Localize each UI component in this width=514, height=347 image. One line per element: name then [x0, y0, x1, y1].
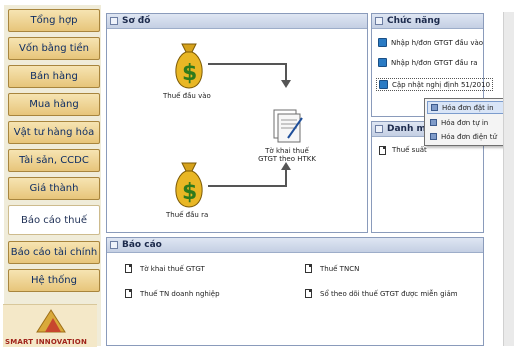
sidebar-item-von-bang-tien[interactable]: Vốn bằng tiền — [8, 37, 100, 60]
tax-declaration-label: Tờ khai thuế GTGT theo HTKK — [258, 147, 316, 163]
report-corporate-income-tax[interactable]: Thuế TN doanh nghiệp — [140, 290, 220, 298]
function-label: Nhập h/đơn GTGT đầu ra — [391, 58, 478, 67]
menu-item-label: Hóa đơn đặt in — [442, 103, 494, 112]
sidebar-item-gia-thanh[interactable]: Giá thành — [8, 177, 100, 200]
report-vat-exemption-ledger[interactable]: Sổ theo dõi thuế GTGT được miễn giảm — [320, 290, 458, 298]
catalog-item-thue-suat[interactable]: Thuế suất — [392, 146, 427, 154]
app-window: Tổng hợp Vốn bằng tiền Bán hàng Mua hàng… — [0, 0, 514, 347]
tax-declaration-icon[interactable] — [270, 106, 304, 144]
document-icon — [379, 146, 386, 155]
sidebar-item-bao-cao-tai-chinh[interactable]: Báo cáo tài chính — [8, 241, 100, 264]
sidebar-item-tong-hop[interactable]: Tổng hợp — [8, 9, 100, 32]
panel-icon — [375, 125, 383, 133]
money-bag-output-icon[interactable]: $ — [170, 157, 208, 209]
svg-text:$: $ — [182, 61, 197, 86]
menu-item-printed-invoice[interactable]: Hóa đơn đặt in — [427, 101, 504, 114]
invoice-icon — [431, 104, 438, 111]
function-output-invoice[interactable]: Nhập h/đơn GTGT đầu ra — [378, 58, 478, 67]
sidebar-item-tai-san[interactable]: Tài sản, CCDC — [8, 149, 100, 172]
functions-title: Chức năng — [387, 16, 441, 26]
reports-panel: Báo cáo Tờ khai thuế GTGT Thuế TNCN Thuế… — [106, 237, 484, 346]
sidebar-item-vat-tu[interactable]: Vật tư hàng hóa — [8, 121, 100, 144]
logo-mark-icon — [36, 309, 66, 333]
panel-icon — [110, 241, 118, 249]
tool-icon — [378, 38, 387, 47]
logo-text: SMART INNOVATION — [5, 338, 88, 346]
function-label: Cập nhật nghị định 51/2010 — [392, 80, 491, 89]
document-icon — [305, 264, 312, 273]
menu-item-e-invoice[interactable]: Hóa đơn điện tử — [427, 130, 504, 143]
sidebar-item-mua-hang[interactable]: Mua hàng — [8, 93, 100, 116]
diagram-title: Sơ đồ — [122, 16, 151, 26]
sidebar-item-ban-hang[interactable]: Bán hàng — [8, 65, 100, 88]
invoice-icon — [430, 133, 437, 140]
document-icon — [305, 289, 312, 298]
sidebar: Tổng hợp Vốn bằng tiền Bán hàng Mua hàng… — [4, 5, 101, 346]
panel-icon — [375, 17, 383, 25]
function-label: Nhập h/đơn GTGT đầu vào — [391, 38, 484, 47]
diagram-panel-header: Sơ đồ — [107, 14, 367, 29]
invoice-type-menu: Hóa đơn đặt in Hóa đơn tự in Hóa đơn điệ… — [424, 98, 507, 146]
sidebar-item-bao-cao-thue[interactable]: Báo cáo thuế — [8, 205, 100, 235]
document-icon — [125, 289, 132, 298]
report-vat-declaration[interactable]: Tờ khai thuế GTGT — [140, 265, 205, 273]
money-bag-input-icon[interactable]: $ — [170, 38, 208, 90]
menu-item-self-printed-invoice[interactable]: Hóa đơn tự in — [427, 116, 504, 129]
reports-title: Báo cáo — [122, 240, 162, 250]
function-input-invoice[interactable]: Nhập h/đơn GTGT đầu vào — [378, 38, 483, 47]
menu-item-label: Hóa đơn điện tử — [441, 132, 497, 141]
vertical-scrollbar[interactable] — [503, 12, 514, 346]
reports-panel-header: Báo cáo — [107, 238, 483, 253]
tool-icon — [379, 80, 388, 89]
sidebar-item-he-thong[interactable]: Hệ thống — [8, 269, 100, 292]
functions-panel-header: Chức năng — [372, 14, 483, 29]
input-vat-label: Thuế đầu vào — [163, 92, 211, 100]
report-personal-income-tax[interactable]: Thuế TNCN — [320, 265, 359, 273]
output-vat-label: Thuế đầu ra — [166, 211, 209, 219]
svg-text:$: $ — [182, 180, 197, 205]
invoice-icon — [430, 119, 437, 126]
document-icon — [125, 264, 132, 273]
menu-item-label: Hóa đơn tự in — [441, 118, 489, 127]
function-decree-update[interactable]: Cập nhật nghị định 51/2010 — [376, 78, 494, 91]
company-logo: SMART INNOVATION — [3, 304, 97, 347]
tool-icon — [378, 58, 387, 67]
panel-icon — [110, 17, 118, 25]
